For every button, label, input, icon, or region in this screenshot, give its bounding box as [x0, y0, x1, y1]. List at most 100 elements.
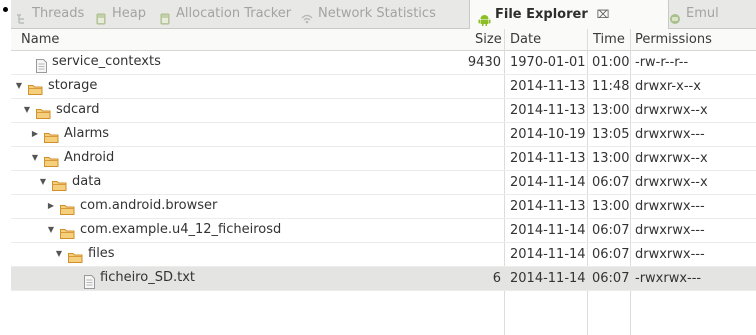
tree-row-date: 2014-11-14 — [510, 223, 586, 238]
folder-icon — [44, 132, 59, 143]
tree-row-permissions: -rwxrwx--- — [635, 271, 702, 286]
ddms-panel: Threads Heap Allocation Tracker Network … — [11, 0, 756, 335]
tree-row-time: 13:00 — [592, 151, 630, 166]
folder-icon — [36, 108, 51, 119]
tree-row[interactable]: ▶ Alarms 2014-10-19 13:05 drwxrwx--- — [11, 123, 756, 147]
tree-row[interactable]: ▼ storage 2014-11-13 11:48 drwxr-x--x — [11, 75, 756, 99]
tree-row-permissions: drwxrwx--- — [635, 247, 705, 262]
column-header-name[interactable]: Name — [21, 32, 59, 47]
tree-row-size: 9430 — [467, 55, 501, 70]
tree-row-name-cell: ficheiro_SD.txt — [71, 270, 195, 289]
emulator-icon — [669, 8, 681, 24]
tree-row-permissions: -rw-r--r-- — [635, 55, 689, 70]
tree-row[interactable]: ▼ files 2014-11-14 06:07 drwxrwx--- — [11, 243, 756, 267]
tree-row-permissions: drwxrwx--x — [635, 103, 708, 118]
expanded-arrow-icon[interactable]: ▼ — [39, 177, 47, 186]
expanded-arrow-icon[interactable]: ▼ — [47, 225, 55, 234]
tree-row-size: 6 — [492, 271, 501, 286]
column-header-row: Name Size Date Time Permissions — [11, 29, 756, 51]
folder-icon — [44, 156, 59, 167]
tree-row-name-cell: service_contexts — [23, 54, 161, 73]
tree-row-permissions: drwxr-x--x — [635, 79, 701, 94]
column-header-size[interactable]: Size — [475, 32, 502, 47]
tree-row-date: 2014-11-13 — [510, 199, 586, 214]
tab-heap[interactable]: Heap — [95, 0, 146, 28]
tree-row-name-cell: ▼ data — [39, 174, 102, 191]
tab-threads[interactable]: Threads — [15, 0, 84, 28]
tree-row-name-cell: ▼ storage — [15, 78, 98, 95]
tree-row-name-cell: ▼ Android — [31, 150, 115, 167]
folder-icon — [52, 180, 67, 191]
tree-row-time: 11:48 — [592, 79, 630, 94]
column-header-permissions[interactable]: Permissions — [635, 32, 712, 47]
network-statistics-icon — [301, 8, 313, 24]
tree-row-name-cell: ▶ com.android.browser — [47, 198, 218, 215]
tree-row-date: 2014-11-13 — [510, 103, 586, 118]
tab-close-icon[interactable]: ⌧ — [597, 1, 610, 29]
tree-row[interactable]: ▼ sdcard 2014-11-13 13:00 drwxrwx--x — [11, 99, 756, 123]
tree-row[interactable]: service_contexts 9430 1970-01-01 01:00 -rw-r… — [11, 51, 756, 75]
tree-row-time: 06:07 — [592, 175, 630, 190]
folder-icon — [60, 204, 75, 215]
column-header-time[interactable]: Time — [593, 32, 625, 47]
expanded-arrow-icon[interactable]: ▼ — [55, 249, 63, 258]
tree-row-name: Alarms — [64, 126, 110, 141]
tree-row-date: 2014-11-13 — [510, 151, 586, 166]
tab-threads-label: Threads — [32, 6, 85, 21]
tab-network-statistics[interactable]: Network Statistics — [301, 0, 436, 28]
tree-row-name-cell: ▼ sdcard — [23, 102, 100, 119]
tree-row-time: 13:05 — [592, 127, 630, 142]
tree-row-date: 1970-01-01 — [510, 55, 586, 70]
tab-network-statistics-label: Network Statistics — [318, 6, 436, 21]
tab-allocation-tracker[interactable]: Allocation Tracker — [159, 0, 291, 28]
tree-row-name-cell: ▶ Alarms — [31, 126, 110, 143]
tab-file-explorer[interactable]: File Explorer ⌧ — [469, 0, 669, 29]
threads-icon — [15, 8, 27, 24]
tree-row[interactable]: ▼ com.example.u4_12_ficheirosd 2014-11-14 0… — [11, 219, 756, 243]
expanded-arrow-icon[interactable]: ▼ — [15, 81, 23, 90]
tree-row[interactable]: ▼ Android 2014-11-13 13:00 drwxrwx--x — [11, 147, 756, 171]
tree-row-time: 13:00 — [592, 199, 630, 214]
tree-row-name-cell: ▼ files — [55, 246, 115, 263]
tab-bar: Threads Heap Allocation Tracker Network … — [11, 0, 756, 29]
tree-row-name: data — [72, 174, 102, 189]
tree-row-permissions: drwxrwx--x — [635, 151, 708, 166]
tree-row-permissions: drwxrwx--- — [635, 223, 705, 238]
tree-row-time: 01:00 — [592, 55, 630, 70]
tree-row-name-cell: ▼ com.example.u4_12_ficheirosd — [47, 222, 282, 239]
tree-row-date: 2014-11-13 — [510, 79, 586, 94]
tree-row-name: storage — [48, 78, 98, 93]
tab-emulator-label: Emul — [686, 6, 719, 21]
folder-icon — [60, 228, 75, 239]
tree-row-permissions: drwxrwx--- — [635, 199, 705, 214]
tree-row-permissions: drwxrwx--x — [635, 175, 708, 190]
tree-row-name: com.example.u4_12_ficheirosd — [80, 222, 282, 237]
file-icon — [84, 274, 95, 289]
collapsed-arrow-icon[interactable]: ▶ — [31, 129, 39, 138]
tree-row[interactable]: ▼ data 2014-11-14 06:07 drwxrwx--x — [11, 171, 756, 195]
allocation-tracker-icon — [159, 8, 171, 25]
tree-row-name: ficheiro_SD.txt — [100, 270, 195, 285]
expanded-arrow-icon[interactable]: ▼ — [23, 105, 31, 114]
tree-row[interactable]: ▶ com.android.browser 2014-11-13 13:00 drwxr… — [11, 195, 756, 219]
tab-heap-label: Heap — [112, 6, 146, 21]
collapsed-arrow-icon[interactable]: ▶ — [47, 201, 55, 210]
tree-row-permissions: drwxrwx--- — [635, 127, 705, 142]
android-icon — [478, 9, 491, 26]
folder-icon — [68, 252, 83, 263]
tab-emulator[interactable]: Emul — [669, 0, 719, 28]
expanded-arrow-icon[interactable]: ▼ — [31, 153, 39, 162]
tree-row-name: Android — [64, 150, 115, 165]
tree-row-date: 2014-11-14 — [510, 247, 586, 262]
tree-row-time: 13:00 — [592, 103, 630, 118]
tree-row-time: 06:07 — [592, 223, 630, 238]
tree-row-time: 06:07 — [592, 271, 630, 286]
tree-row-name: sdcard — [56, 102, 100, 117]
tree-row-date: 2014-10-19 — [510, 127, 586, 142]
tree-row-name: files — [88, 246, 115, 261]
tree-row-name: com.android.browser — [80, 198, 218, 213]
tree-row[interactable]: ficheiro_SD.txt 6 2014-11-14 06:07 -rwxrwx--… — [11, 267, 756, 291]
tree-row-date: 2014-11-14 — [510, 271, 586, 286]
folder-icon — [28, 84, 43, 95]
column-header-date[interactable]: Date — [510, 32, 541, 47]
